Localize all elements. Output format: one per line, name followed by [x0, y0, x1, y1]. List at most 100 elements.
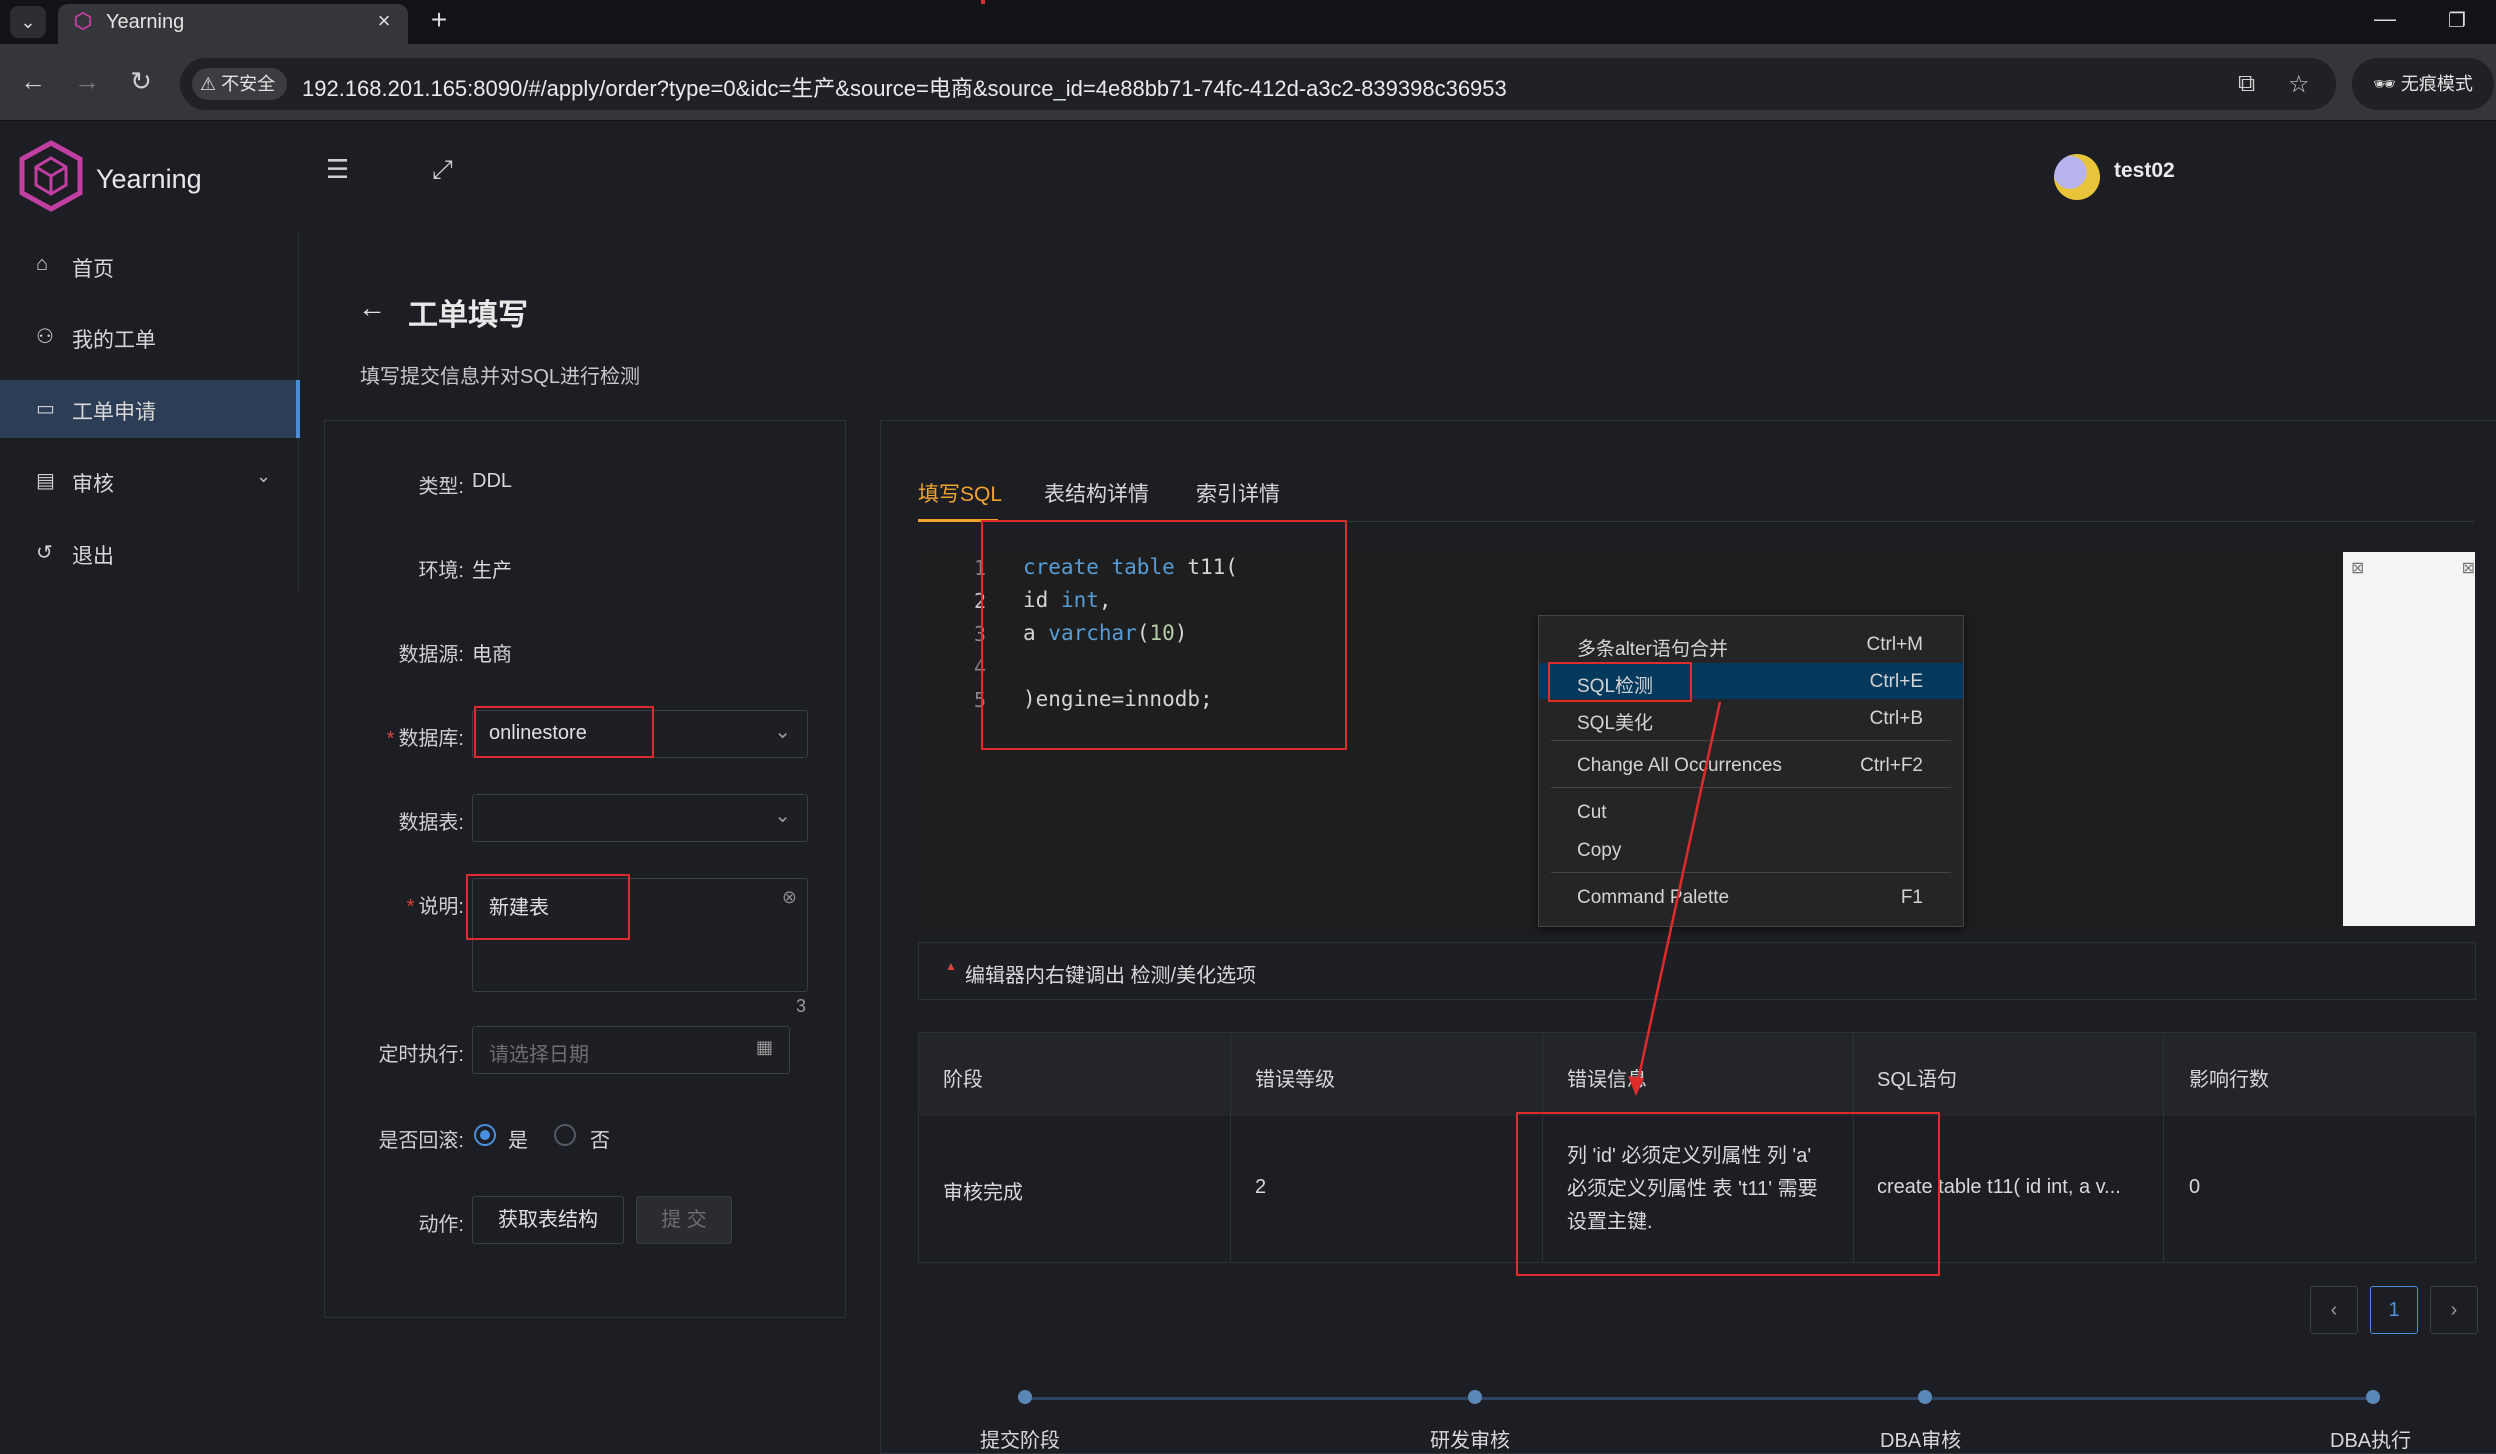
tab-title: Yearning	[106, 11, 185, 33]
cell-level: 2	[1255, 1176, 1267, 1198]
incognito-label: 无痕模式	[2400, 74, 2473, 94]
fetch-schema-button[interactable]: 获取表结构	[472, 1196, 624, 1244]
annotation-box-code	[981, 520, 1347, 750]
column-separator	[1230, 1116, 1231, 1262]
step-label-dba-review: DBA审核	[1880, 1430, 1962, 1452]
chevron-down-icon: ⌄	[774, 805, 791, 827]
type-value: DDL	[472, 470, 513, 492]
back-arrow-icon[interactable]: ←	[358, 292, 386, 324]
incognito-badge[interactable]: 🕶 无痕模式	[2352, 58, 2494, 110]
column-separator	[2163, 1033, 2164, 1117]
column-separator	[1853, 1033, 1854, 1117]
schedule-placeholder: 请选择日期	[489, 1044, 589, 1066]
home-icon: ⌂	[36, 253, 49, 275]
window-minimize-icon[interactable]: —	[2374, 6, 2396, 32]
forward-icon[interactable]: →	[70, 66, 104, 97]
submit-button[interactable]: 提 交	[636, 1196, 732, 1244]
sidebar-item-audit[interactable]: ▤ 审核 ⌄	[0, 452, 298, 510]
back-icon[interactable]: ←	[16, 66, 50, 97]
step-label-dba-execute: DBA执行	[2330, 1430, 2412, 1452]
env-value: 生产	[472, 560, 512, 582]
tab-table-schema[interactable]: 表结构详情	[1044, 478, 1149, 508]
table-label: 数据表:	[398, 812, 464, 834]
column-separator	[2163, 1116, 2164, 1262]
step-label-submit: 提交阶段	[980, 1430, 1060, 1452]
chevron-down-icon: ⌄	[774, 721, 791, 743]
username[interactable]: test02	[2114, 159, 2175, 183]
source-label: 数据源:	[398, 644, 464, 666]
incognito-icon: 🕶	[2373, 74, 2401, 94]
column-separator	[1230, 1033, 1231, 1117]
table-select[interactable]: ⌄	[472, 794, 808, 842]
annotation-arrow	[1628, 701, 1722, 1096]
step-label-dev-review: 研发审核	[1430, 1430, 1510, 1452]
calendar-icon: ▦	[755, 1037, 773, 1057]
insecure-badge[interactable]: ⚠ 不安全	[192, 68, 288, 100]
warning-triangle-icon: ▲	[945, 959, 957, 973]
warning-icon: ⚠	[200, 74, 222, 94]
logout-icon: ↺	[36, 542, 53, 564]
cell-stage: 审核完成	[943, 1182, 1023, 1204]
action-label: 动作:	[418, 1214, 464, 1236]
column-header-stage: 阶段	[943, 1069, 983, 1091]
source-value: 电商	[472, 644, 512, 666]
rollback-label: 是否回滚:	[378, 1130, 464, 1152]
monitor-icon: ▭	[36, 398, 55, 420]
window-restore-icon[interactable]: ❐	[2448, 8, 2466, 33]
page-title: 工单填写	[408, 299, 528, 332]
fullscreen-icon[interactable]: ⤢	[432, 154, 453, 186]
description-label: * 说明:	[406, 896, 464, 918]
database-label: * 数据库:	[386, 728, 464, 750]
logo-text: Yearning	[96, 164, 202, 194]
insecure-label: 不安全	[221, 74, 276, 94]
broken-image-icon: ⊠	[2351, 560, 2365, 577]
tab-search-button[interactable]: ⌄	[10, 6, 46, 38]
step-dot	[2366, 1390, 2380, 1404]
page-number-button[interactable]: 1	[2370, 1286, 2418, 1334]
translate-icon[interactable]: ⧉	[2238, 70, 2255, 98]
clear-icon[interactable]: ⊗	[782, 887, 797, 908]
schedule-date-picker[interactable]: 请选择日期 ▦	[472, 1026, 790, 1074]
next-page-button[interactable]: ›	[2430, 1286, 2478, 1334]
sidebar-item-home[interactable]: ⌂ 首页	[0, 237, 298, 295]
sidebar-item-logout[interactable]: ↺ 退出	[0, 524, 298, 582]
steps-track	[1026, 1397, 2376, 1400]
annotation-box-database	[474, 706, 654, 758]
context-menu-item-merge-alter[interactable]: 多条alter语句合并 Ctrl+M	[1539, 626, 1963, 662]
sidebar-item-order-apply[interactable]: ▭ 工单申请	[0, 380, 300, 438]
rollback-yes-label: 是	[508, 1130, 528, 1152]
step-dot	[1018, 1390, 1032, 1404]
schedule-label: 定时执行:	[378, 1044, 464, 1066]
tab-sql[interactable]: 填写SQL	[918, 478, 1002, 508]
rollback-no-label: 否	[590, 1130, 610, 1152]
annotation-box-sql-check	[1548, 662, 1692, 702]
page-subtitle: 填写提交信息并对SQL进行检测	[360, 366, 641, 388]
audit-icon: ▤	[36, 470, 55, 492]
sidebar-item-label: 审核	[72, 473, 114, 496]
rollback-yes-radio[interactable]	[474, 1124, 496, 1146]
column-header-level: 错误等级	[1255, 1069, 1335, 1091]
sidebar-item-label: 退出	[72, 545, 114, 568]
column-separator	[1542, 1033, 1543, 1117]
url-text[interactable]: 192.168.201.165:8090/#/apply/order?type=…	[302, 71, 1507, 103]
yearning-favicon-icon	[74, 12, 92, 30]
rollback-no-radio[interactable]	[554, 1124, 576, 1146]
env-label: 环境:	[418, 560, 464, 582]
prev-page-button[interactable]: ‹	[2310, 1286, 2358, 1334]
avatar[interactable]	[2054, 154, 2100, 200]
bookmark-star-icon[interactable]: ☆	[2288, 70, 2310, 99]
user-icon: ⚇	[36, 326, 54, 348]
step-dot	[1468, 1390, 1482, 1404]
yearning-logo-icon	[19, 140, 83, 212]
step-dot	[1918, 1390, 1932, 1404]
new-tab-icon[interactable]: +	[424, 4, 454, 36]
reload-icon[interactable]: ↻	[124, 66, 158, 97]
annotation-box-description	[466, 874, 630, 940]
tab-close-icon[interactable]: ×	[370, 8, 398, 34]
cell-affected-rows: 0	[2189, 1176, 2201, 1198]
sidebar-item-label: 工单申请	[72, 401, 156, 424]
sidebar-item-label: 我的工单	[72, 329, 156, 352]
tab-index-detail[interactable]: 索引详情	[1196, 478, 1280, 508]
collapse-menu-icon[interactable]: ☰	[326, 154, 349, 185]
sidebar-item-my-orders[interactable]: ⚇ 我的工单	[0, 308, 298, 366]
